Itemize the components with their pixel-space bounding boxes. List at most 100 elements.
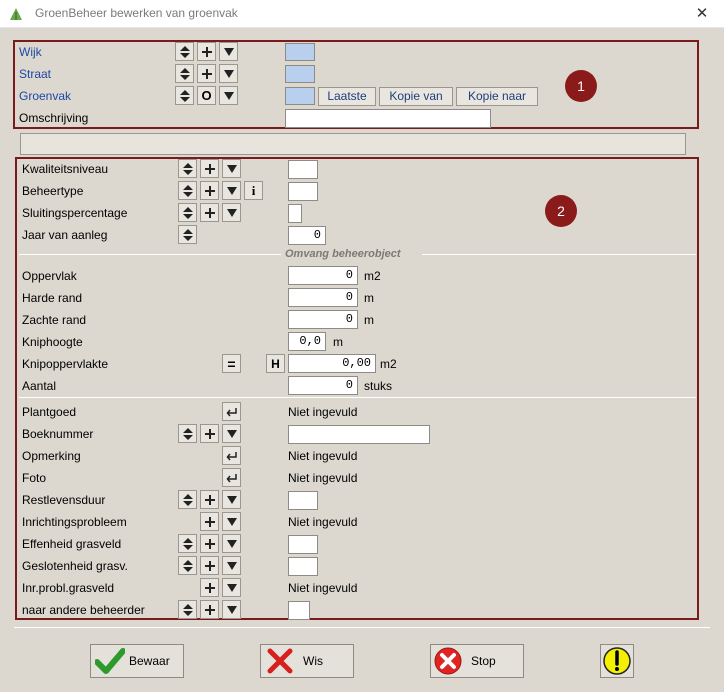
chevron-down-icon (223, 69, 234, 78)
updown-icon (182, 427, 193, 440)
chevron-down-icon (226, 495, 237, 504)
close-icon[interactable]: ✕ (690, 3, 714, 25)
foto-enter-button[interactable] (222, 468, 241, 487)
chevron-down-icon (226, 583, 237, 592)
jaar-van-aanleg-field[interactable]: 0 (288, 226, 326, 245)
restlevensduur-updown-button[interactable] (178, 490, 197, 509)
updown-icon (179, 89, 190, 102)
harde-rand-label: Harde rand (22, 291, 83, 305)
kwaliteitsniveau-updown-button[interactable] (178, 159, 197, 178)
geslotenheid-grasv-updown-button[interactable] (178, 556, 197, 575)
warning-button[interactable] (600, 644, 634, 678)
restlevensduur-dropdown-button[interactable] (222, 490, 241, 509)
beheertype-dropdown-button[interactable] (222, 181, 241, 200)
boeknummer-updown-button[interactable] (178, 424, 197, 443)
groenvak-code-field[interactable] (285, 87, 315, 105)
sluitingspercentage-dropdown-button[interactable] (222, 203, 241, 222)
opmerking-enter-button[interactable] (222, 446, 241, 465)
oppervlak-field[interactable]: 0 (288, 266, 358, 285)
kniphoogte-label: Kniphoogte (22, 335, 83, 349)
enter-icon (226, 451, 237, 460)
updown-icon (182, 537, 193, 550)
wijk-updown-button[interactable] (175, 42, 194, 61)
zachte-rand-field[interactable]: 0 (288, 310, 358, 329)
sluitingspercentage-add-button[interactable] (200, 203, 219, 222)
boeknummer-input[interactable] (288, 425, 430, 444)
knipoppervlakte-equals-button[interactable]: = (222, 354, 241, 373)
restlevensduur-field[interactable] (288, 491, 318, 510)
inrichtingsprobleem-dropdown-button[interactable] (222, 512, 241, 531)
omschrijving-input[interactable] (285, 109, 491, 128)
straat-code-field[interactable] (285, 65, 315, 83)
restlevensduur-add-button[interactable] (200, 490, 219, 509)
checkmark-icon (95, 648, 125, 674)
wijk-dropdown-button[interactable] (219, 42, 238, 61)
splitter-panel[interactable] (20, 133, 686, 155)
boeknummer-add-button[interactable] (200, 424, 219, 443)
zachte-rand-label: Zachte rand (22, 313, 87, 327)
chevron-down-icon (226, 605, 237, 614)
sluitingspercentage-field[interactable] (288, 204, 302, 223)
groenvak-label: Groenvak (19, 89, 72, 103)
footer-divider (14, 627, 710, 628)
beheertype-field[interactable] (288, 182, 318, 201)
boeknummer-dropdown-button[interactable] (222, 424, 241, 443)
groenvak-dropdown-button[interactable] (219, 86, 238, 105)
inrichtingsprobleem-value: Niet ingevuld (288, 515, 358, 529)
chevron-down-icon (226, 517, 237, 526)
straat-dropdown-button[interactable] (219, 64, 238, 83)
opmerking-label: Opmerking (22, 449, 81, 463)
wis-button[interactable]: Wis (260, 644, 354, 678)
chevron-down-icon (226, 164, 237, 173)
naar-andere-beheerder-updown-button[interactable] (178, 600, 197, 619)
wijk-code-field[interactable] (285, 43, 315, 61)
chevron-down-icon (226, 539, 237, 548)
effenheid-grasveld-updown-button[interactable] (178, 534, 197, 553)
inr-probl-grasveld-add-button[interactable] (200, 578, 219, 597)
geslotenheid-grasv-dropdown-button[interactable] (222, 556, 241, 575)
effenheid-grasveld-add-button[interactable] (200, 534, 219, 553)
kwaliteitsniveau-add-button[interactable] (200, 159, 219, 178)
kniphoogte-field[interactable]: 0,0 (288, 332, 326, 351)
kwaliteitsniveau-dropdown-button[interactable] (222, 159, 241, 178)
naar-andere-beheerder-add-button[interactable] (200, 600, 219, 619)
straat-add-button[interactable] (197, 64, 216, 83)
effenheid-grasveld-field[interactable] (288, 535, 318, 554)
inr-probl-grasveld-dropdown-button[interactable] (222, 578, 241, 597)
aantal-field[interactable]: 0 (288, 376, 358, 395)
beheertype-updown-button[interactable] (178, 181, 197, 200)
kopie-naar-button[interactable]: Kopie naar (456, 87, 538, 106)
geslotenheid-grasv-add-button[interactable] (200, 556, 219, 575)
wijk-add-button[interactable] (197, 42, 216, 61)
aantal-unit: stuks (364, 379, 393, 393)
laatste-button[interactable]: Laatste (318, 87, 376, 106)
harde-rand-field[interactable]: 0 (288, 288, 358, 307)
beheertype-info-button[interactable]: i (244, 181, 263, 200)
plus-icon (204, 207, 215, 218)
straat-updown-button[interactable] (175, 64, 194, 83)
knipoppervlakte-field[interactable]: 0,00 (288, 354, 376, 373)
plantgoed-enter-button[interactable] (222, 402, 241, 421)
naar-andere-beheerder-dropdown-button[interactable] (222, 600, 241, 619)
naar-andere-beheerder-field[interactable] (288, 601, 310, 620)
opmerking-value: Niet ingevuld (288, 449, 358, 463)
effenheid-grasveld-label: Effenheid grasveld (22, 537, 122, 551)
kopie-van-button[interactable]: Kopie van (379, 87, 453, 106)
knipoppervlakte-h-button[interactable]: H (266, 354, 285, 373)
inr-probl-grasveld-value: Niet ingevuld (288, 581, 358, 595)
updown-icon (182, 162, 193, 175)
plantgoed-label: Plantgoed (22, 405, 77, 419)
stop-button[interactable]: Stop (430, 644, 524, 678)
bewaar-button[interactable]: Bewaar (90, 644, 184, 678)
kwaliteitsniveau-field[interactable] (288, 160, 318, 179)
beheertype-add-button[interactable] (200, 181, 219, 200)
inrichtingsprobleem-add-button[interactable] (200, 512, 219, 531)
effenheid-grasveld-dropdown-button[interactable] (222, 534, 241, 553)
geslotenheid-grasv-field[interactable] (288, 557, 318, 576)
groenvak-updown-button[interactable] (175, 86, 194, 105)
boeknummer-label: Boeknummer (22, 427, 94, 441)
sluitingspercentage-updown-button[interactable] (178, 203, 197, 222)
jaar-van-aanleg-updown-button[interactable] (178, 225, 197, 244)
groenvak-o-button[interactable]: O (197, 86, 216, 105)
omvang-divider-left (19, 254, 281, 255)
